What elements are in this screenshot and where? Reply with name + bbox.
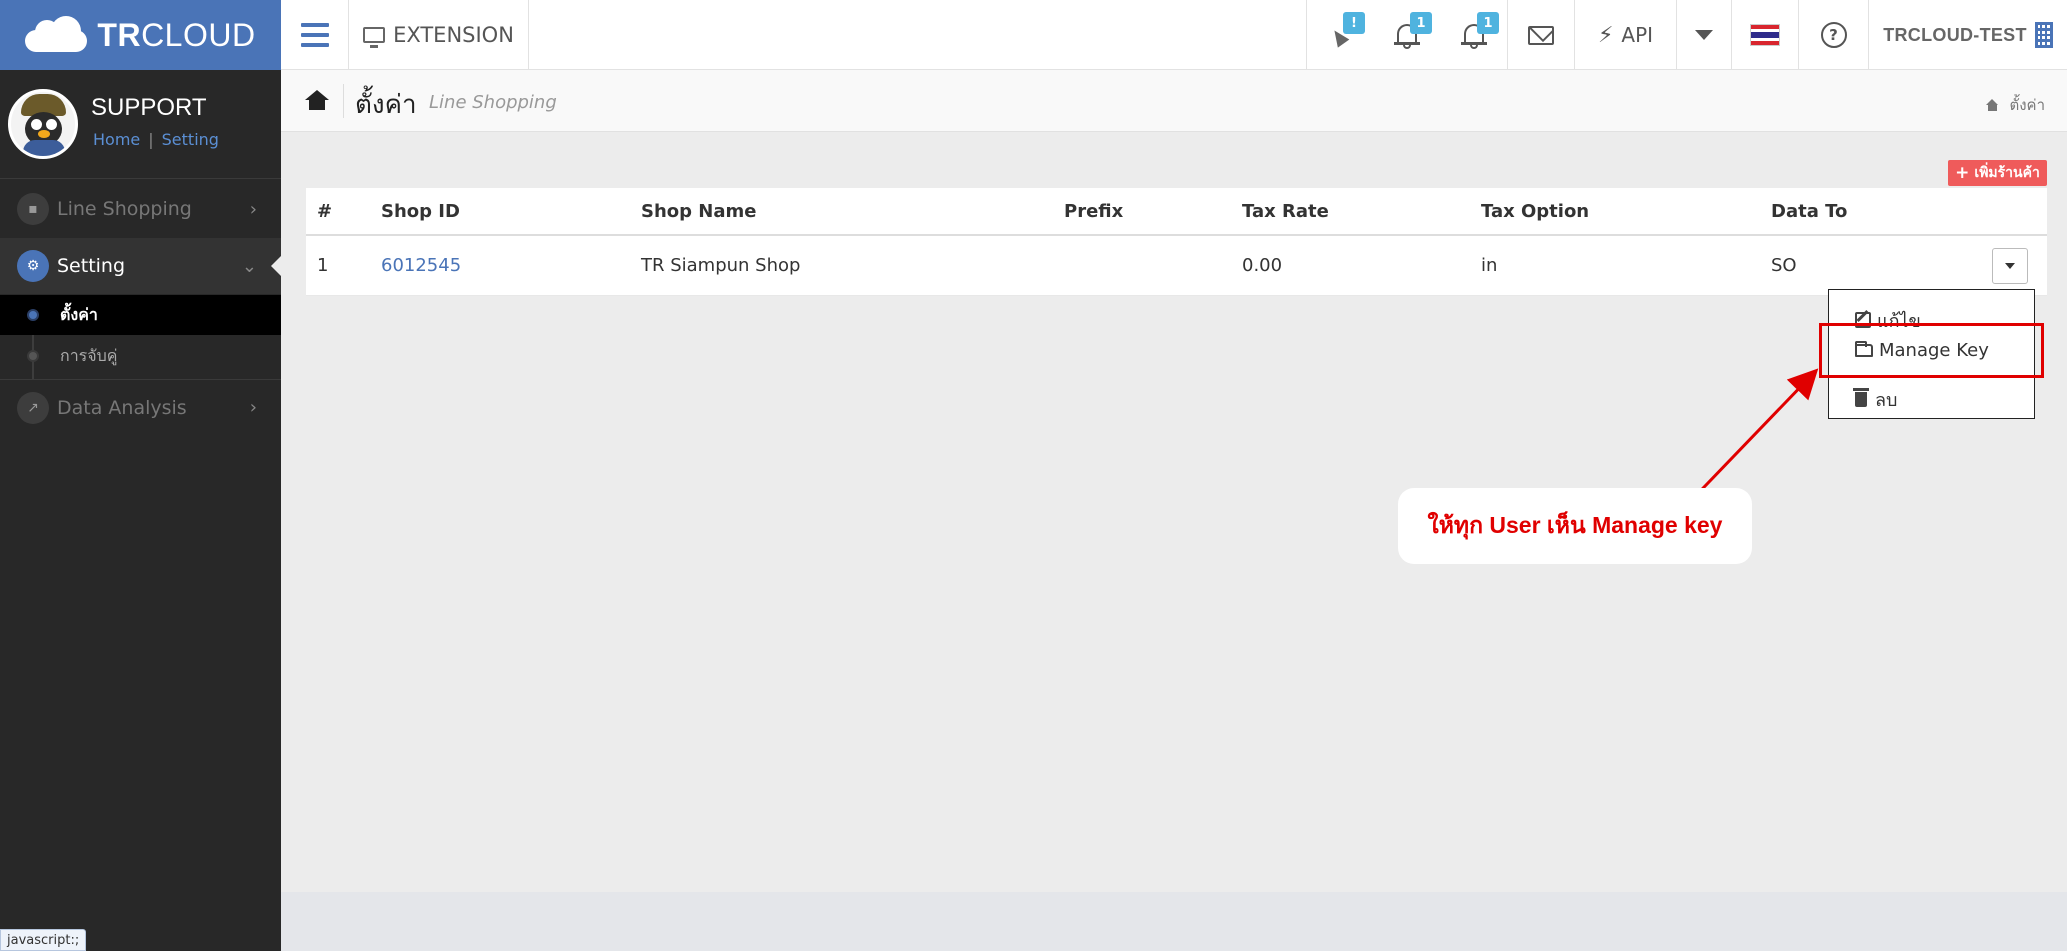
column-header-tax-option: Tax Option [1481, 200, 1590, 222]
shops-table: # Shop ID Shop Name Prefix Tax Rate Tax … [306, 188, 2047, 296]
sidebar-subitem-label: การจับคู่ [60, 345, 118, 365]
breadcrumb-current: ตั้งค่า [2009, 96, 2045, 114]
sidebar: SUPPORT Home | Setting ▪ Line Shopping ›… [0, 70, 281, 951]
submenu-dot-icon [27, 309, 39, 321]
announcement-badge: ! [1343, 12, 1365, 34]
help-icon: ? [1820, 22, 1847, 48]
trash-icon [1853, 387, 1869, 407]
column-header-prefix: Prefix [1064, 200, 1124, 222]
trcloud-logo[interactable]: TRCLOUD [0, 0, 281, 70]
column-header-shop-name: Shop Name [641, 200, 757, 222]
cell-tax-rate: 0.00 [1242, 255, 1283, 276]
profile-link-setting[interactable]: Setting [162, 130, 219, 149]
cell-shop-name: TR Siampun Shop [641, 255, 801, 276]
gears-icon: ⚙ [17, 250, 49, 282]
annotation-highlight-box [1819, 323, 2044, 378]
row-actions-dropdown-button[interactable] [1992, 248, 2028, 284]
sidebar-item-line-shopping[interactable]: ▪ Line Shopping › [0, 181, 281, 237]
envelope-icon [1528, 25, 1554, 45]
sidebar-item-label: Setting [57, 255, 126, 277]
annotation-callout: ให้ทุก User เห็น Manage key [1398, 488, 1752, 564]
sidebar-item-label: Line Shopping [57, 198, 192, 220]
alerts-button[interactable]: 1 [1440, 0, 1507, 70]
sidebar-item-setting[interactable]: ⚙ Setting ⌄ [0, 238, 281, 294]
cell-number: 1 [317, 255, 329, 276]
profile-link-separator: | [148, 130, 154, 149]
profile-link-home[interactable]: Home [93, 130, 140, 149]
breadcrumb-bar: ตั้งค่า Line Shopping ตั้งค่า [281, 70, 2067, 132]
active-indicator [271, 256, 281, 276]
sidebar-subitem-settings[interactable]: ตั้งค่า [0, 295, 281, 335]
caret-down-icon [2005, 263, 2015, 269]
notifications-button[interactable]: 1 [1373, 0, 1440, 70]
alerts-badge: 1 [1477, 12, 1499, 34]
cell-shop-id-link[interactable]: 6012545 [381, 236, 461, 295]
profile-panel: SUPPORT Home | Setting [0, 70, 281, 179]
avatar[interactable] [8, 89, 78, 159]
page-title: ตั้งค่า [355, 90, 417, 120]
home-icon[interactable] [1986, 99, 1999, 111]
caret-down-icon [1695, 30, 1713, 40]
breadcrumb: ตั้งค่า [1986, 93, 2045, 117]
cloud-icon [25, 16, 88, 52]
notifications-badge: 1 [1410, 12, 1432, 34]
language-button[interactable] [1731, 0, 1798, 70]
footer [281, 892, 2067, 951]
home-icon[interactable] [305, 90, 329, 110]
announcement-button[interactable]: ! [1306, 0, 1373, 70]
add-shop-button[interactable]: + เพิ่มร้านค้า [1948, 160, 2047, 186]
extension-label: EXTENSION [393, 23, 514, 47]
plus-icon: + [1955, 162, 1970, 183]
profile-name: SUPPORT [91, 94, 207, 121]
chevron-right-icon: › [249, 198, 257, 220]
page-subtitle: Line Shopping [429, 92, 557, 113]
column-header-shop-id: Shop ID [381, 200, 460, 222]
extension-button[interactable]: EXTENSION [349, 0, 529, 70]
submenu-dot-icon [27, 350, 39, 362]
add-shop-label: เพิ่มร้านค้า [1974, 165, 2040, 181]
chevron-down-icon: ⌄ [241, 255, 257, 277]
company-name: TRCLOUD-TEST [1883, 24, 2027, 45]
company-menu-button[interactable]: TRCLOUD-TEST [1868, 0, 2067, 70]
column-header-tax-rate: Tax Rate [1242, 200, 1329, 222]
cell-tax-option: in [1481, 255, 1498, 276]
menu-item-delete[interactable]: ลบ [1829, 381, 2034, 417]
table-header: # Shop ID Shop Name Prefix Tax Rate Tax … [306, 188, 2047, 236]
menu-toggle-button[interactable] [281, 0, 349, 70]
monitor-icon [363, 27, 386, 48]
sidebar-subitem-label: ตั้งค่า [60, 304, 98, 324]
top-bar: TRCLOUD EXTENSION ! 1 1 ⚡ API ? TRCLOUD-… [0, 0, 2067, 70]
menu-item-label: ลบ [1875, 389, 1898, 411]
more-dropdown-button[interactable] [1676, 0, 1731, 70]
column-header-data-to: Data To [1771, 200, 1848, 222]
sidebar-item-data-analysis[interactable]: ↗ Data Analysis › [0, 379, 281, 435]
messages-button[interactable] [1507, 0, 1574, 70]
plug-icon: ⚡ [1597, 22, 1614, 48]
api-button[interactable]: ⚡ API [1574, 0, 1676, 70]
table-row: 1 6012545 TR Siampun Shop 0.00 in SO [306, 236, 2047, 296]
api-label: API [1621, 23, 1654, 47]
status-bar-url: javascript:; [0, 929, 87, 951]
shopping-bag-icon: ▪ [17, 193, 49, 225]
profile-links: Home | Setting [93, 130, 219, 149]
sidebar-subitem-matching[interactable]: การจับคู่ [0, 336, 281, 376]
help-button[interactable]: ? [1798, 0, 1868, 70]
column-header-number: # [317, 200, 333, 222]
sidebar-item-label: Data Analysis [57, 396, 187, 419]
thai-flag-icon [1750, 24, 1780, 46]
logo-text: TRCLOUD [97, 16, 256, 53]
chevron-right-icon: › [249, 397, 257, 418]
hamburger-icon [300, 23, 329, 27]
cell-data-to: SO [1771, 255, 1797, 276]
line-chart-icon: ↗ [17, 391, 49, 424]
building-icon [2034, 22, 2053, 48]
